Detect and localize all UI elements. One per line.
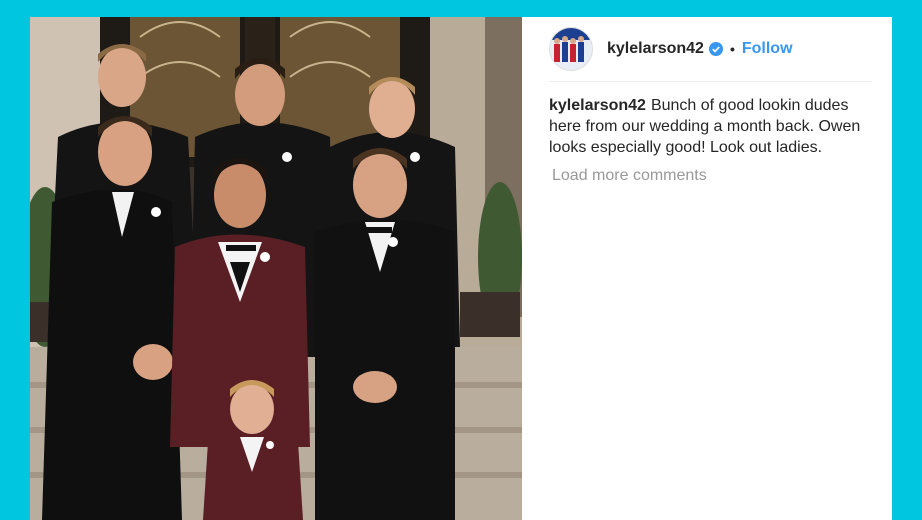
follow-button[interactable]: Follow xyxy=(742,40,793,58)
wedding-group-photo xyxy=(30,17,522,520)
post-username[interactable]: kylelarson42 xyxy=(607,40,704,58)
post-photo[interactable] xyxy=(30,17,522,520)
post-side-panel: kylelarson42 • Follow kylelarson42 Bunch … xyxy=(522,17,892,520)
caption-username[interactable]: kylelarson42 xyxy=(549,97,646,114)
load-more-comments-button[interactable]: Load more comments xyxy=(552,167,707,185)
post-card: kylelarson42 • Follow kylelarson42 Bunch … xyxy=(30,17,892,520)
post-caption: kylelarson42 Bunch of good lookin dudes h… xyxy=(549,95,877,158)
profile-avatar[interactable] xyxy=(549,27,593,71)
separator-dot: • xyxy=(729,41,735,57)
post-header: kylelarson42 • Follow xyxy=(549,17,872,82)
avatar-image xyxy=(550,28,592,70)
verified-badge-icon xyxy=(708,42,723,56)
